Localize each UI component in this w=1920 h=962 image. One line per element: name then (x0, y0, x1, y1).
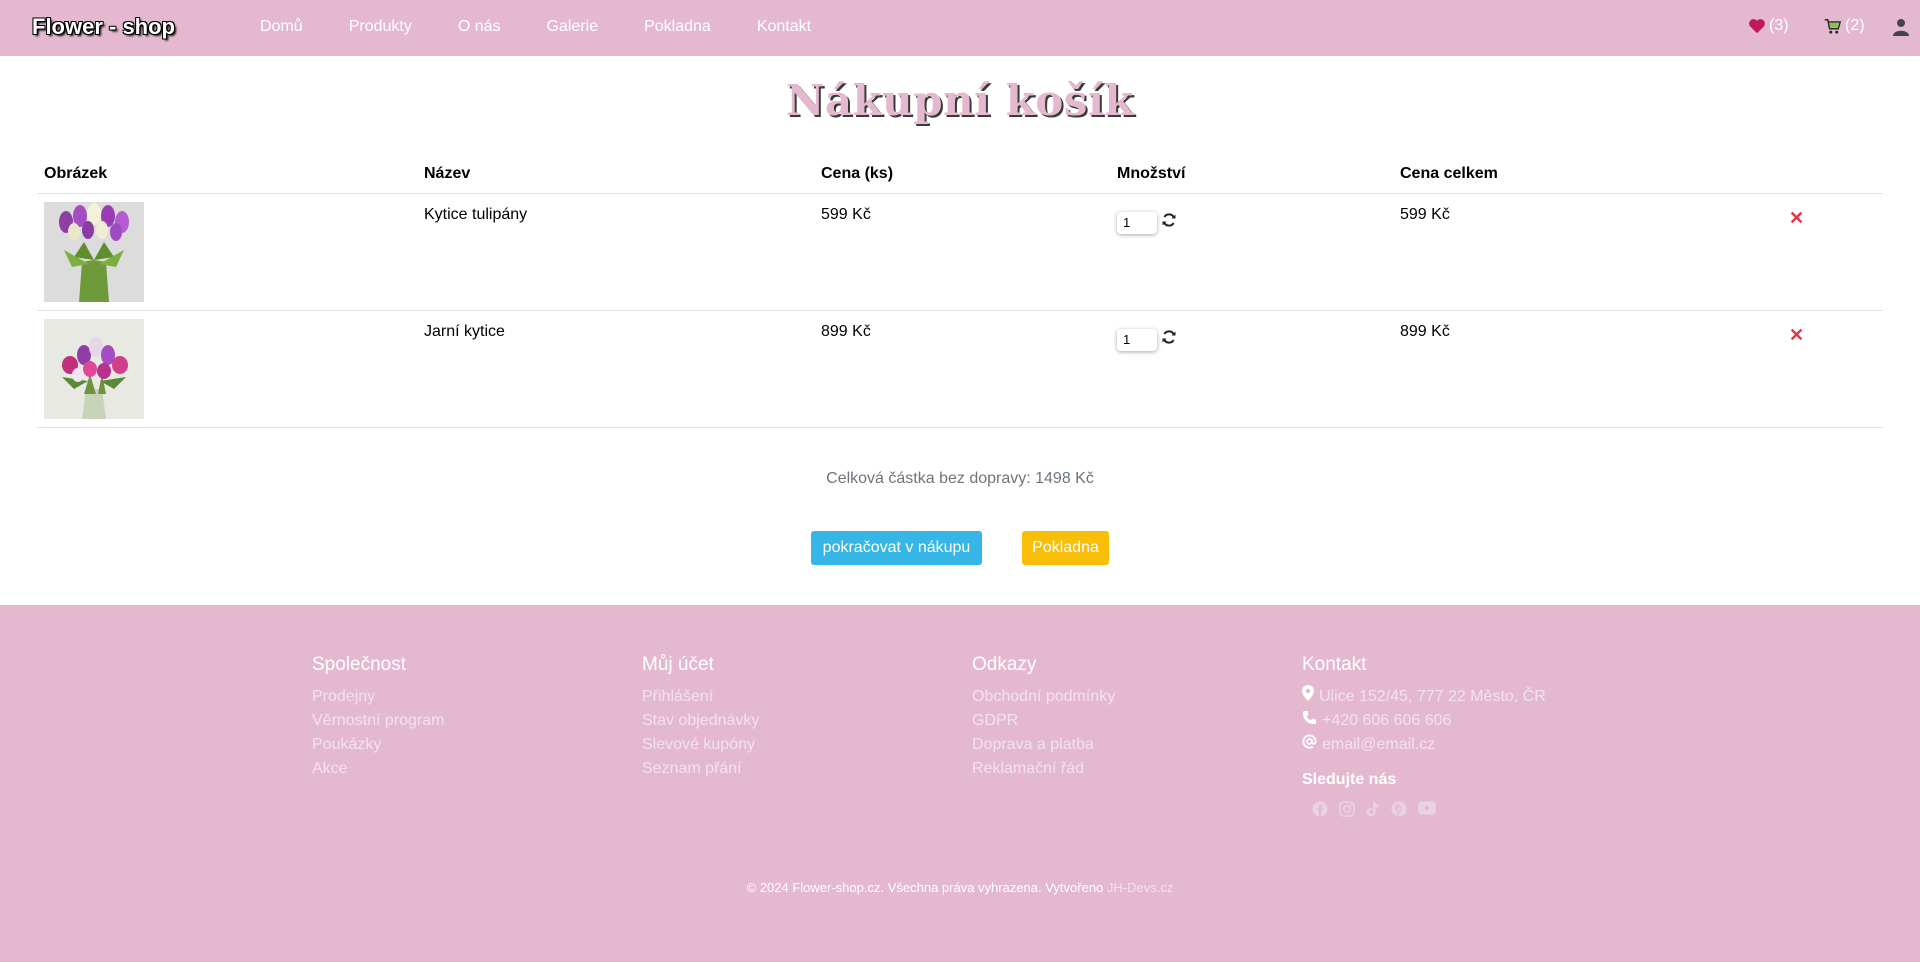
cart-count: (2) (1845, 17, 1865, 34)
wishlist-link[interactable]: (3) (1748, 17, 1789, 35)
product-image-cell (37, 310, 417, 428)
follow-us-title: Sledujte nás (1302, 771, 1397, 788)
tiktok-icon[interactable] (1366, 801, 1380, 822)
pinterest-icon[interactable] (1391, 801, 1407, 822)
quantity-cell (1110, 193, 1393, 311)
continue-shopping-button[interactable]: pokračovat v nákupu (811, 531, 982, 565)
copyright-line: © 2024 Flower-shop.cz. Všechna práva vyh… (0, 880, 1920, 895)
heart-icon (1748, 18, 1766, 34)
cart-icon (1824, 18, 1842, 35)
footer-link-coupons[interactable]: Slevové kupóny (642, 733, 759, 757)
at-sign-icon (1302, 733, 1322, 757)
product-name: Kytice tulipány (417, 193, 814, 311)
column-header-price: Cena (ks) (814, 155, 1110, 194)
social-links (1312, 801, 1546, 822)
footer-link-vouchers[interactable]: Poukázky (312, 733, 445, 757)
footer-link-terms[interactable]: Obchodní podmínky (972, 685, 1115, 709)
remove-cell: ✕ (1777, 310, 1883, 428)
close-icon[interactable]: ✕ (1789, 326, 1804, 344)
cart-total-text: Celková částka bez dopravy: 1498 Kč (826, 470, 1094, 487)
footer-link-loyalty[interactable]: Věrnostní program (312, 709, 445, 733)
nav-link-gallery[interactable]: Galerie (547, 18, 599, 36)
brand-logo[interactable]: Flower - shop (32, 14, 175, 40)
footer-column-company: Společnost Prodejny Věrnostní program Po… (312, 654, 445, 781)
footer-link-sales[interactable]: Akce (312, 757, 445, 781)
refresh-icon[interactable] (1161, 329, 1177, 350)
column-header-name: Název (417, 155, 814, 194)
column-header-image: Obrázek (37, 155, 417, 194)
nav-link-home[interactable]: Domů (260, 18, 303, 36)
page-title: Nákupní košík (785, 76, 1135, 125)
refresh-icon[interactable] (1161, 212, 1177, 233)
map-marker-icon (1302, 685, 1319, 709)
user-account-link[interactable] (1893, 18, 1909, 36)
footer-link-order-status[interactable]: Stav objednávky (642, 709, 759, 733)
quantity-input[interactable] (1117, 211, 1157, 234)
footer-column-title: Odkazy (972, 654, 1037, 675)
quantity-input[interactable] (1117, 328, 1157, 351)
product-total: 899 Kč (1393, 310, 1777, 428)
youtube-icon[interactable] (1418, 801, 1436, 822)
product-image-spring-bouquet[interactable] (44, 318, 144, 419)
footer-column-title: Můj účet (642, 654, 714, 675)
cart-table: Obrázek Název Cena (ks) Množství Cena ce… (37, 155, 1883, 428)
column-header-quantity: Množství (1110, 155, 1393, 194)
nav-link-checkout[interactable]: Pokladna (644, 18, 711, 36)
close-icon[interactable]: ✕ (1789, 209, 1804, 227)
user-icon (1893, 18, 1909, 36)
facebook-icon[interactable] (1312, 801, 1328, 822)
nav-menu: Domů Produkty O nás Galerie Pokladna Kon… (260, 18, 857, 36)
instagram-icon[interactable] (1339, 801, 1355, 822)
contact-address: Ulice 152/45, 777 22 Město, ČR (1302, 685, 1546, 709)
footer-column-contact: Kontakt Ulice 152/45, 777 22 Město, ČR +… (1302, 654, 1546, 822)
phone-icon (1302, 709, 1322, 733)
contact-address-text: Ulice 152/45, 777 22 Město, ČR (1319, 688, 1546, 705)
checkout-button[interactable]: Pokladna (1022, 531, 1109, 565)
product-total: 599 Kč (1393, 193, 1777, 311)
product-name: Jarní kytice (417, 310, 814, 428)
quantity-cell (1110, 310, 1393, 428)
navbar: Flower - shop Domů Produkty O nás Galeri… (0, 0, 1920, 56)
table-header-row: Obrázek Název Cena (ks) Množství Cena ce… (37, 155, 1883, 194)
footer-column-title: Kontakt (1302, 654, 1367, 675)
footer: Společnost Prodejny Věrnostní program Po… (0, 605, 1920, 962)
wishlist-count: (3) (1769, 17, 1789, 34)
footer-column-account: Můj účet Přihlášení Stav objednávky Slev… (642, 654, 759, 781)
product-image-tulips[interactable] (44, 201, 144, 302)
footer-link-shipping[interactable]: Doprava a platba (972, 733, 1115, 757)
table-row: Kytice tulipány 599 Kč 599 Kč ✕ (37, 193, 1883, 311)
product-image-cell (37, 193, 417, 311)
column-header-remove (1777, 155, 1883, 194)
table-row: Jarní kytice 899 Kč 899 Kč ✕ (37, 310, 1883, 428)
developer-link[interactable]: JH-Devs.cz (1107, 880, 1173, 895)
footer-link-complaints[interactable]: Reklamační řád (972, 757, 1115, 781)
contact-email-text[interactable]: email@email.cz (1322, 733, 1435, 757)
cart-link[interactable]: (2) (1824, 17, 1865, 35)
column-header-total: Cena celkem (1393, 155, 1777, 194)
footer-column-links: Odkazy Obchodní podmínky GDPR Doprava a … (972, 654, 1115, 781)
contact-email: email@email.cz (1302, 733, 1546, 757)
contact-phone: +420 606 606 606 (1302, 709, 1546, 733)
copyright-text: © 2024 Flower-shop.cz. Všechna práva vyh… (746, 880, 1104, 895)
footer-column-title: Společnost (312, 654, 407, 675)
footer-link-wishlist[interactable]: Seznam přání (642, 757, 759, 781)
footer-link-login[interactable]: Přihlášení (642, 685, 759, 709)
product-price: 599 Kč (814, 193, 1110, 311)
footer-link-gdpr[interactable]: GDPR (972, 709, 1115, 733)
nav-link-contact[interactable]: Kontakt (757, 18, 811, 36)
nav-link-products[interactable]: Produkty (349, 18, 412, 36)
footer-link-stores[interactable]: Prodejny (312, 685, 445, 709)
contact-phone-text[interactable]: +420 606 606 606 (1322, 709, 1451, 733)
nav-link-about[interactable]: O nás (458, 18, 501, 36)
product-price: 899 Kč (814, 310, 1110, 428)
remove-cell: ✕ (1777, 193, 1883, 311)
